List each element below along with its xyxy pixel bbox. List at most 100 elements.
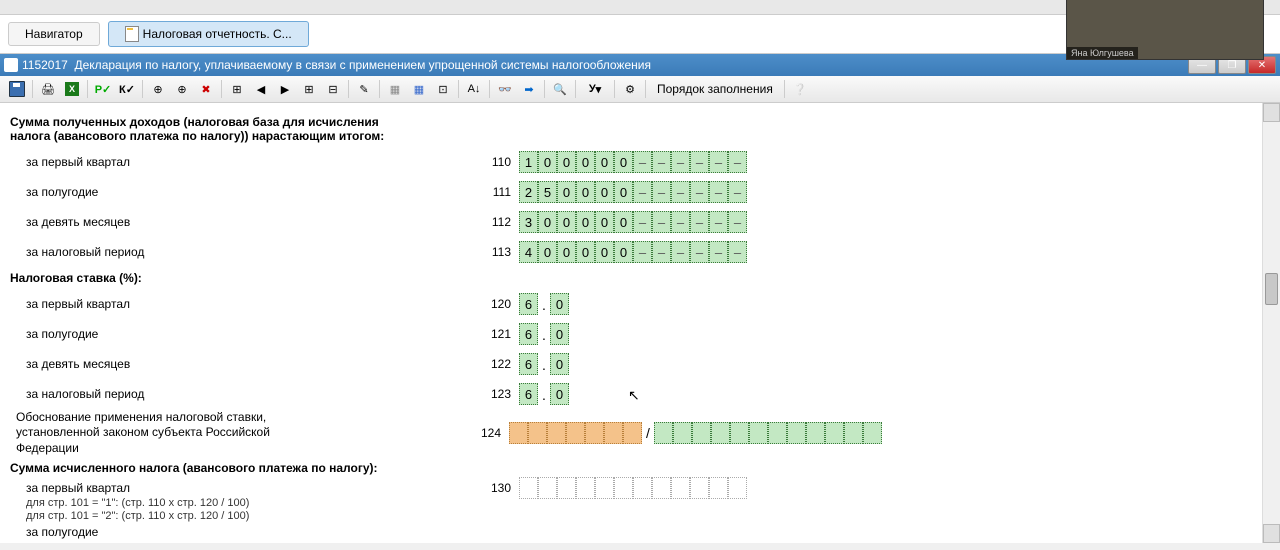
digit-cell[interactable] bbox=[547, 422, 566, 444]
help-button[interactable]: ❔ bbox=[789, 78, 811, 100]
navigator-tab[interactable]: Навигатор bbox=[8, 22, 100, 46]
digit-cell[interactable]: 0 bbox=[557, 181, 576, 203]
digit-cell[interactable] bbox=[768, 422, 787, 444]
digit-cell[interactable] bbox=[749, 422, 768, 444]
digit-cell[interactable]: – bbox=[671, 211, 690, 233]
digit-cell[interactable]: – bbox=[633, 211, 652, 233]
toggle-button[interactable]: ⊡ bbox=[432, 78, 454, 100]
vertical-scrollbar[interactable] bbox=[1262, 103, 1280, 543]
digit-cell[interactable]: 0 bbox=[550, 353, 569, 375]
digit-cell[interactable] bbox=[673, 422, 692, 444]
digit-cell[interactable] bbox=[557, 477, 576, 499]
digit-cell[interactable]: 1 bbox=[519, 151, 538, 173]
fill-order-button[interactable]: Порядок заполнения bbox=[650, 79, 780, 99]
digit-cell[interactable] bbox=[633, 477, 652, 499]
digit-cell[interactable]: – bbox=[690, 211, 709, 233]
digit-cell[interactable] bbox=[711, 422, 730, 444]
digit-cell[interactable]: 0 bbox=[614, 211, 633, 233]
digit-cell[interactable] bbox=[519, 477, 538, 499]
zoom-button[interactable]: 🔍 bbox=[549, 78, 571, 100]
save-button[interactable] bbox=[6, 78, 28, 100]
digit-cell[interactable]: 0 bbox=[595, 241, 614, 263]
digit-cell[interactable] bbox=[538, 477, 557, 499]
digit-cell[interactable]: – bbox=[728, 241, 747, 263]
digit-cell[interactable]: 6 bbox=[519, 323, 538, 345]
digit-cell[interactable] bbox=[825, 422, 844, 444]
digit-cell[interactable]: 3 bbox=[519, 211, 538, 233]
digit-cell[interactable]: – bbox=[690, 181, 709, 203]
digit-cell[interactable]: – bbox=[709, 211, 728, 233]
digit-cell[interactable]: – bbox=[652, 211, 671, 233]
digit-cell[interactable] bbox=[863, 422, 882, 444]
rate-field[interactable]: 6.0 bbox=[519, 353, 569, 375]
digit-cell[interactable]: 6 bbox=[519, 293, 538, 315]
digit-cell[interactable]: – bbox=[652, 241, 671, 263]
digit-cell[interactable]: 0 bbox=[576, 151, 595, 173]
digit-cell[interactable]: – bbox=[709, 151, 728, 173]
digit-cell[interactable] bbox=[692, 422, 711, 444]
digit-cell[interactable]: – bbox=[652, 151, 671, 173]
digit-cell[interactable] bbox=[730, 422, 749, 444]
digit-cell[interactable] bbox=[709, 477, 728, 499]
digit-cell[interactable] bbox=[806, 422, 825, 444]
digit-cell[interactable]: 0 bbox=[538, 241, 557, 263]
digit-cell[interactable]: 0 bbox=[557, 211, 576, 233]
digit-cell[interactable]: – bbox=[633, 151, 652, 173]
check-r-button[interactable]: Р✓ bbox=[92, 78, 114, 100]
check-k-button[interactable]: К✓ bbox=[116, 78, 138, 100]
digit-cell[interactable] bbox=[652, 477, 671, 499]
digit-cell[interactable]: 0 bbox=[538, 151, 557, 173]
digit-cell[interactable] bbox=[566, 422, 585, 444]
fill-gray-button[interactable]: ▦ bbox=[384, 78, 406, 100]
digit-cell[interactable]: – bbox=[671, 241, 690, 263]
income-field[interactable]: 400000–––––– bbox=[519, 241, 747, 263]
scroll-down-arrow[interactable] bbox=[1263, 524, 1280, 543]
digit-cell[interactable] bbox=[509, 422, 528, 444]
digit-cell[interactable]: – bbox=[633, 241, 652, 263]
digit-cell[interactable]: 0 bbox=[550, 323, 569, 345]
digit-cell[interactable]: 0 bbox=[595, 211, 614, 233]
scroll-up-arrow[interactable] bbox=[1263, 103, 1280, 122]
tree-add-button[interactable]: ⊕ bbox=[147, 78, 169, 100]
digit-cell[interactable]: 0 bbox=[576, 211, 595, 233]
digit-cell[interactable]: – bbox=[728, 211, 747, 233]
calc-field[interactable] bbox=[519, 477, 747, 499]
digit-cell[interactable]: 0 bbox=[557, 241, 576, 263]
digit-cell[interactable] bbox=[595, 477, 614, 499]
digit-cell[interactable] bbox=[576, 477, 595, 499]
income-field[interactable]: 300000–––––– bbox=[519, 211, 747, 233]
digit-cell[interactable] bbox=[787, 422, 806, 444]
print-button[interactable]: 🖨 bbox=[37, 78, 59, 100]
sort-button[interactable]: A↓ bbox=[463, 78, 485, 100]
find-button[interactable]: 👓 bbox=[494, 78, 516, 100]
rate-basis-field-a[interactable] bbox=[509, 422, 642, 444]
digit-cell[interactable]: – bbox=[728, 181, 747, 203]
digit-cell[interactable]: 0 bbox=[614, 181, 633, 203]
digit-cell[interactable]: 0 bbox=[576, 241, 595, 263]
active-document-tab[interactable]: Налоговая отчетность. С... bbox=[108, 21, 309, 47]
digit-cell[interactable]: – bbox=[709, 181, 728, 203]
digit-cell[interactable]: 0 bbox=[595, 181, 614, 203]
digit-cell[interactable] bbox=[844, 422, 863, 444]
digit-cell[interactable]: 6 bbox=[519, 353, 538, 375]
digit-cell[interactable]: 0 bbox=[550, 383, 569, 405]
settings-button[interactable]: ⚙ bbox=[619, 78, 641, 100]
rate-field[interactable]: 6.0 bbox=[519, 323, 569, 345]
rate-field[interactable]: 6.0 bbox=[519, 293, 569, 315]
delete-section-button[interactable]: ⊟ bbox=[322, 78, 344, 100]
digit-cell[interactable] bbox=[690, 477, 709, 499]
u-dropdown[interactable]: У ▾ bbox=[580, 78, 610, 100]
digit-cell[interactable]: 2 bbox=[519, 181, 538, 203]
digit-cell[interactable]: 5 bbox=[538, 181, 557, 203]
scroll-thumb[interactable] bbox=[1265, 273, 1278, 305]
digit-cell[interactable]: – bbox=[652, 181, 671, 203]
rate-field[interactable]: 6.0 bbox=[519, 383, 569, 405]
digit-cell[interactable]: – bbox=[690, 241, 709, 263]
digit-cell[interactable]: – bbox=[671, 151, 690, 173]
digit-cell[interactable] bbox=[528, 422, 547, 444]
digit-cell[interactable]: – bbox=[728, 151, 747, 173]
digit-cell[interactable]: – bbox=[709, 241, 728, 263]
digit-cell[interactable] bbox=[654, 422, 673, 444]
digit-cell[interactable] bbox=[604, 422, 623, 444]
rate-basis-field-b[interactable] bbox=[654, 422, 882, 444]
